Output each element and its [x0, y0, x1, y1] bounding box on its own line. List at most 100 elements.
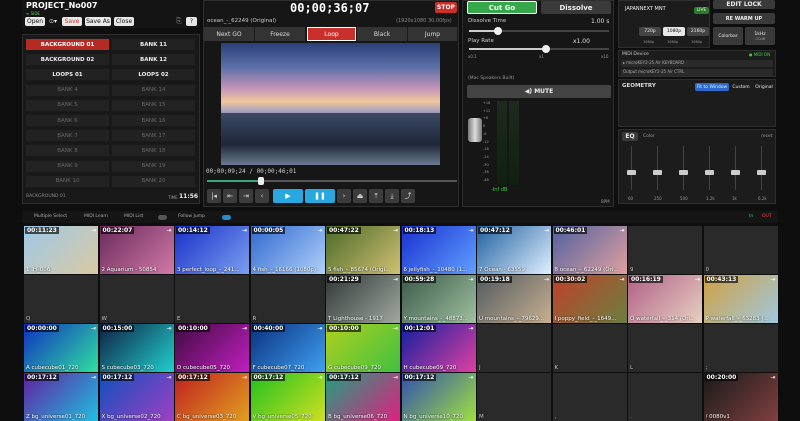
bank-right-7[interactable]: BANK 17 — [111, 129, 196, 143]
play-rate-handle[interactable] — [542, 45, 550, 53]
transport-button-1[interactable]: ⇤ — [223, 189, 237, 203]
clip-tile[interactable]: , — [552, 373, 627, 421]
recent-dropdown[interactable]: ⊙▾ — [48, 17, 58, 26]
clip-tile[interactable]: 00:19:18 ⇥ U mountains_-_79629... — [477, 275, 551, 323]
clip-tile[interactable]: 0 — [703, 226, 778, 274]
clip-tile[interactable]: 00:47:22 ⇥ 5 fish_-_85674 (Origi... — [326, 226, 400, 274]
clip-tile[interactable]: 00:43:13 ⇥ P waterfall_-_63283 (... — [703, 275, 778, 323]
bank-left-9[interactable]: BANK 9 — [25, 159, 110, 173]
bank-right-8[interactable]: BANK 18 — [111, 144, 196, 158]
bank-left-8[interactable]: BANK 8 — [25, 144, 110, 158]
bank-left-2[interactable]: BACKGROUND 02 — [25, 53, 110, 67]
bank-left-4[interactable]: BANK 4 — [25, 83, 110, 97]
clip-tile[interactable]: 00:17:12 ⇥ C bg_universe03_720 — [175, 373, 249, 421]
midi-on-badge[interactable]: ● MIDI ON — [749, 52, 770, 57]
clip-tile[interactable]: ; — [703, 324, 778, 372]
seek-bar[interactable] — [207, 177, 457, 185]
tab-freeze[interactable]: Freeze — [255, 27, 306, 41]
save-button[interactable]: Save — [62, 17, 82, 26]
toggle-switch[interactable] — [158, 215, 167, 220]
eq-fader[interactable] — [653, 170, 662, 175]
cut-go-button[interactable]: Cut Go — [467, 1, 537, 14]
clip-tile[interactable]: 00:17:12 ⇥ Z bg_universe01_720 — [24, 373, 98, 421]
clip-tile[interactable]: 00:20:00 ⇥ / 0080v1 — [703, 373, 778, 421]
clip-tile[interactable]: 00:47:12 ⇥ 7 Ocean - 63559 — [477, 226, 551, 274]
dissolve-button[interactable]: Dissolve — [541, 1, 611, 14]
clip-icon[interactable]: ⎘ — [176, 17, 182, 26]
clip-tile[interactable]: 00:17:12 ⇥ V bg_universe05_720 — [250, 373, 325, 421]
clip-tile[interactable]: 00:15:00 ⇥ S cubecube03_720 — [99, 324, 174, 372]
edit-lock-button[interactable]: EDIT LOCK — [713, 0, 775, 9]
transport-button-2[interactable]: ⇥ — [239, 189, 253, 203]
transport-button-4[interactable]: ▶ — [273, 189, 303, 203]
clip-tile[interactable]: 00:12:01 ⇥ H cubecube09_720 — [401, 324, 476, 372]
tab-loop[interactable]: Loop — [307, 27, 356, 41]
seek-handle[interactable] — [258, 177, 264, 185]
transport-button-8[interactable]: ⤒ — [369, 189, 383, 203]
tone-button[interactable]: 1kHz -20dB — [745, 27, 775, 45]
open-button[interactable]: Open — [25, 17, 45, 26]
eq-button[interactable]: EQ — [622, 132, 638, 141]
clip-tile[interactable]: J — [477, 324, 551, 372]
transport-button-6[interactable]: › — [337, 189, 351, 203]
clip-tile[interactable]: E — [175, 275, 249, 323]
close-button[interactable]: Close — [114, 17, 134, 26]
bank-left-6[interactable]: BANK 6 — [25, 114, 110, 127]
save-as-button[interactable]: Save As — [85, 17, 111, 26]
clip-tile[interactable]: K — [552, 324, 627, 372]
clip-tile[interactable]: M — [477, 373, 551, 421]
transport-button-10[interactable]: ⤴ — [401, 189, 415, 203]
volume-knob[interactable] — [468, 118, 482, 142]
clip-tile[interactable]: 00:59:28 ⇥ Y mountains_-_48873... — [401, 275, 476, 323]
bank-right-5[interactable]: BANK 15 — [111, 98, 196, 112]
geo-original[interactable]: Original — [753, 83, 775, 91]
clip-tile[interactable]: L — [628, 324, 702, 372]
clip-tile[interactable]: 00:46:01 ⇥ 8 ocean_-_62249 (Ori... — [552, 226, 627, 274]
bank-left-10[interactable]: BANK 10 — [25, 174, 110, 188]
transport-button-5[interactable]: ❚❚ — [305, 189, 335, 203]
fps-2160[interactable]: 2160p — [687, 27, 709, 36]
follow-jump-switch[interactable] — [222, 215, 231, 220]
eq-fader[interactable] — [731, 170, 740, 175]
clip-tile[interactable]: 00:17:12 ⇥ N bg_universe10_720 — [401, 373, 476, 421]
clip-tile[interactable]: R — [250, 275, 325, 323]
eq-fader[interactable] — [627, 170, 636, 175]
colorbar-button[interactable]: Colorbar — [713, 27, 743, 45]
tab-next-go[interactable]: Next GO — [204, 27, 255, 41]
bank-left-7[interactable]: BANK 7 — [25, 129, 110, 143]
bank-right-2[interactable]: BANK 12 — [111, 53, 196, 67]
clip-tile[interactable]: 00:17:12 ⇥ B bg_universe06_720 — [326, 373, 400, 421]
tab-jump[interactable]: Jump — [408, 27, 458, 41]
clip-tile[interactable]: 00:21:29 ⇥ T Lighthouse - 1917 — [326, 275, 400, 323]
clip-tile[interactable]: 00:14:12 ⇥ 3 perfect_loop_-_241... — [175, 226, 249, 274]
clip-tile[interactable]: 9 — [628, 226, 702, 274]
midi-input[interactable]: ▸ microKEY2-25 Air KEYBOARD — [621, 60, 773, 67]
bank-left-1[interactable]: BACKGROUND 01 — [25, 38, 110, 51]
clip-tile[interactable]: 00:17:12 ⇥ X bg_universe02_720 — [99, 373, 174, 421]
clip-tile[interactable]: 00:40:00 ⇥ F cubecube07_720 — [250, 324, 325, 372]
clip-tile[interactable]: 00:18:13 ⇥ 6 jellyfish_-_10480 (1... — [401, 226, 476, 274]
play-rate-slider[interactable] — [469, 45, 609, 53]
midi-output[interactable]: Output microKEY2-25 Air CTRL — [621, 69, 773, 76]
geo-custom[interactable]: Custom — [730, 83, 752, 91]
clip-tile[interactable]: 00:00:05 ⇥ 4 fish_-_16166 (1080p) — [250, 226, 325, 274]
clip-tile[interactable]: 00:22:07 ⇥ 2 Aquarium - 50854 — [99, 226, 174, 274]
fps-1080[interactable]: 1080p — [663, 27, 685, 36]
bank-left-3[interactable]: LOOPS 01 — [25, 68, 110, 82]
multiple-select-toggle[interactable]: Multiple Select — [34, 214, 67, 219]
follow-jump-toggle[interactable]: Follow Jump — [178, 214, 205, 219]
warm-up-button[interactable]: RE WARM UP — [713, 13, 775, 24]
clip-tile[interactable]: 00:30:02 ⇥ I poppy_field_-_1649... — [552, 275, 627, 323]
eq-reset[interactable]: reset — [761, 134, 772, 139]
dissolve-slider[interactable] — [469, 27, 609, 35]
eq-fader[interactable] — [679, 170, 688, 175]
help-button[interactable]: ? — [186, 17, 197, 26]
bank-left-5[interactable]: BANK 5 — [25, 98, 110, 112]
clip-tile[interactable]: W — [99, 275, 174, 323]
bank-right-10[interactable]: BANK 20 — [111, 174, 196, 188]
bank-right-9[interactable]: BANK 19 — [111, 159, 196, 173]
transport-button-3[interactable]: ‹ — [255, 189, 269, 203]
geo-fit[interactable]: Fit to Window — [695, 83, 729, 91]
clip-tile[interactable]: 00:16:19 ⇥ O waterfall_-_314 (Ori... — [628, 275, 702, 323]
clip-tile[interactable]: Q — [24, 275, 98, 323]
